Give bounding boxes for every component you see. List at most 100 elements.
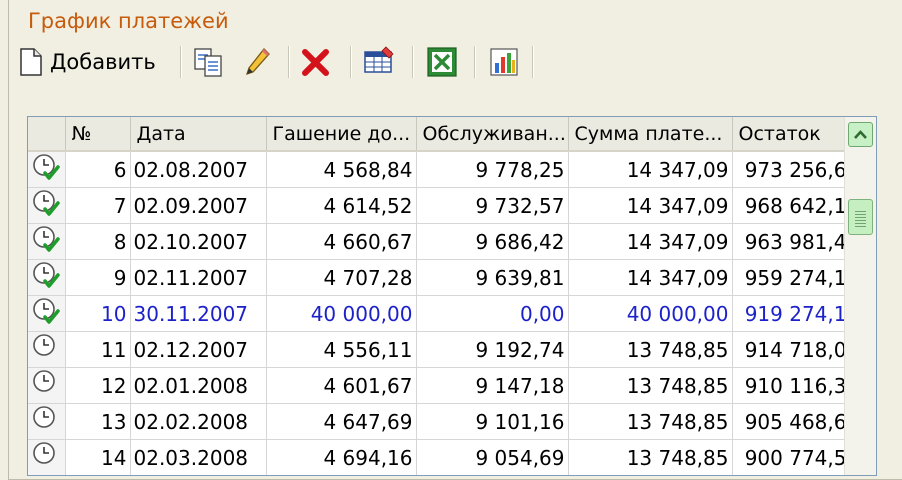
table-row[interactable]: 10 30.11.2007 40 000,00 0,00 40 000,00 919 27… [28, 295, 851, 332]
row-number[interactable]: 12 [65, 367, 131, 404]
row-date[interactable]: 02.09.2007 [130, 187, 267, 224]
row-balance[interactable]: 914 718,0 [732, 331, 851, 368]
delete-button[interactable] [300, 44, 332, 80]
row-status-cell [28, 403, 66, 440]
row-payment[interactable]: 14 347,09 [568, 223, 733, 260]
scrollbar-thumb[interactable] [848, 199, 873, 235]
column-header-date[interactable]: Дата [130, 117, 267, 152]
row-payment[interactable]: 13 748,85 [568, 403, 733, 440]
chart-icon [490, 48, 518, 76]
payment-table: № Дата Гашение до... Обслуживан... Сумма… [28, 117, 851, 475]
row-balance[interactable]: 959 274,1 [732, 259, 851, 296]
row-date[interactable]: 02.08.2007 [130, 151, 267, 188]
row-status-cell [28, 187, 66, 224]
row-payment[interactable]: 13 748,85 [568, 367, 733, 404]
row-service[interactable]: 9 639,81 [416, 259, 569, 296]
row-balance[interactable]: 963 981,4 [732, 223, 851, 260]
row-number[interactable]: 10 [65, 295, 131, 332]
row-balance[interactable]: 968 642,1 [732, 187, 851, 224]
table-row[interactable]: 11 02.12.2007 4 556,11 9 192,74 13 748,85 914… [28, 331, 851, 368]
delete-x-icon [302, 49, 329, 76]
row-payment[interactable]: 14 347,09 [568, 259, 733, 296]
row-status-cell [28, 331, 66, 368]
row-balance[interactable]: 919 274,1 [732, 295, 851, 332]
row-service[interactable]: 9 101,16 [416, 403, 569, 440]
row-payment[interactable]: 13 748,85 [568, 439, 733, 475]
pencil-icon [245, 48, 270, 76]
row-service[interactable]: 9 192,74 [416, 331, 569, 368]
row-date[interactable]: 02.12.2007 [130, 331, 267, 368]
row-number[interactable]: 7 [65, 187, 131, 224]
row-number[interactable]: 13 [65, 403, 131, 440]
column-header-payment[interactable]: Сумма плате... [568, 117, 733, 152]
paid-clock-check-icon [33, 262, 60, 288]
panel-title: График платежей [28, 9, 229, 33]
row-status-cell [28, 295, 66, 332]
row-number[interactable]: 6 [65, 151, 131, 188]
payment-schedule-grid[interactable]: № Дата Гашение до... Обслуживан... Сумма… [27, 116, 877, 476]
row-principal[interactable]: 4 601,67 [266, 367, 417, 404]
row-status-cell [28, 259, 66, 296]
table-row[interactable]: 14 02.03.2008 4 694,16 9 054,69 13 748,85 900… [28, 439, 851, 475]
row-principal[interactable]: 4 694,16 [266, 439, 417, 475]
table-button[interactable] [362, 44, 396, 80]
chevron-up-icon [854, 130, 867, 139]
status-column-header[interactable] [28, 117, 66, 152]
row-balance[interactable]: 973 256,6 [732, 151, 851, 188]
row-service[interactable]: 9 686,42 [416, 223, 569, 260]
row-payment[interactable]: 13 748,85 [568, 331, 733, 368]
row-date[interactable]: 02.10.2007 [130, 223, 267, 260]
row-service[interactable]: 0,00 [416, 295, 569, 332]
row-balance[interactable]: 905 468,6 [732, 403, 851, 440]
row-date[interactable]: 30.11.2007 [130, 295, 267, 332]
row-date[interactable]: 02.11.2007 [130, 259, 267, 296]
row-date[interactable]: 02.03.2008 [130, 439, 267, 475]
clock-icon [33, 334, 56, 356]
row-service[interactable]: 9 054,69 [416, 439, 569, 475]
row-payment[interactable]: 14 347,09 [568, 187, 733, 224]
table-row[interactable]: 6 02.08.2007 4 568,84 9 778,25 14 347,09 973 … [28, 151, 851, 188]
export-excel-button[interactable] [426, 44, 458, 80]
table-row[interactable]: 7 02.09.2007 4 614,52 9 732,57 14 347,09 968 … [28, 187, 851, 224]
toolbar-separator [474, 46, 476, 78]
table-row[interactable]: 9 02.11.2007 4 707,28 9 639,81 14 347,09 959 … [28, 259, 851, 296]
row-number[interactable]: 14 [65, 439, 131, 475]
row-principal[interactable]: 4 660,67 [266, 223, 417, 260]
column-header-principal[interactable]: Гашение до... [266, 117, 417, 152]
toolbar: Добавить [12, 40, 542, 84]
row-number[interactable]: 11 [65, 331, 131, 368]
add-button[interactable]: Добавить [18, 44, 156, 80]
row-number[interactable]: 8 [65, 223, 131, 260]
toolbar-separator [350, 46, 352, 78]
row-number[interactable]: 9 [65, 259, 131, 296]
column-header-number[interactable]: № [65, 117, 131, 152]
row-principal[interactable]: 40 000,00 [266, 295, 417, 332]
row-principal[interactable]: 4 556,11 [266, 331, 417, 368]
row-service[interactable]: 9 778,25 [416, 151, 569, 188]
row-balance[interactable]: 910 116,3 [732, 367, 851, 404]
row-payment[interactable]: 40 000,00 [568, 295, 733, 332]
table-row[interactable]: 8 02.10.2007 4 660,67 9 686,42 14 347,09 963 … [28, 223, 851, 260]
row-principal[interactable]: 4 568,84 [266, 151, 417, 188]
table-row[interactable]: 12 02.01.2008 4 601,67 9 147,18 13 748,85 910… [28, 367, 851, 404]
row-date[interactable]: 02.01.2008 [130, 367, 267, 404]
row-principal[interactable]: 4 707,28 [266, 259, 417, 296]
paid-clock-check-icon [33, 154, 60, 180]
edit-button[interactable] [242, 44, 272, 80]
row-balance[interactable]: 900 774,5 [732, 439, 851, 475]
column-header-service[interactable]: Обслуживан... [416, 117, 569, 152]
row-service[interactable]: 9 732,57 [416, 187, 569, 224]
row-principal[interactable]: 4 614,52 [266, 187, 417, 224]
column-header-balance[interactable]: Остаток [732, 117, 851, 152]
vertical-scrollbar[interactable] [844, 117, 876, 475]
table-row[interactable]: 13 02.02.2008 4 647,69 9 101,16 13 748,85 905… [28, 403, 851, 440]
scroll-up-button[interactable] [848, 122, 873, 147]
copy-button[interactable] [192, 44, 226, 80]
clock-icon [33, 442, 56, 464]
row-date[interactable]: 02.02.2008 [130, 403, 267, 440]
row-status-cell [28, 151, 66, 188]
row-principal[interactable]: 4 647,69 [266, 403, 417, 440]
row-service[interactable]: 9 147,18 [416, 367, 569, 404]
chart-button[interactable] [488, 44, 520, 80]
row-payment[interactable]: 14 347,09 [568, 151, 733, 188]
